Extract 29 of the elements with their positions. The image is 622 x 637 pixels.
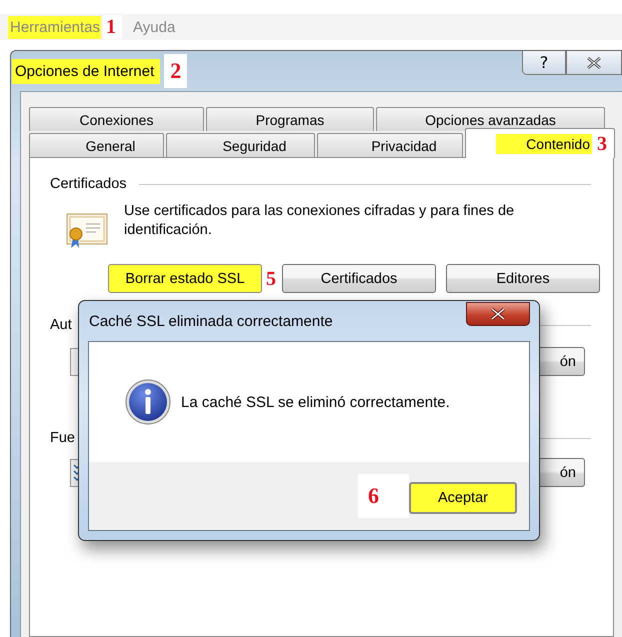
tab[interactable]: Contenido 3 xyxy=(465,128,615,158)
info-icon xyxy=(125,379,171,425)
group-heading: Aut xyxy=(50,317,72,333)
certificate-icon xyxy=(66,212,108,250)
close-button[interactable] xyxy=(566,51,622,75)
step-number: 2 xyxy=(164,54,188,88)
feed-icon xyxy=(70,458,78,486)
description-text: Use certificados para las conexiones cifradas y para fines de identificación. xyxy=(124,202,516,240)
tab[interactable]: Seguridad xyxy=(166,133,315,157)
group-heading: Fue xyxy=(50,430,75,446)
ok-button[interactable]: Aceptar xyxy=(409,482,517,514)
close-button[interactable] xyxy=(466,302,530,326)
step-number: 6 xyxy=(358,474,409,518)
dialog-button[interactable]: Certificados xyxy=(282,264,436,293)
tab[interactable]: Opciones avanzadas xyxy=(376,107,605,131)
close-icon xyxy=(586,56,602,68)
tab[interactable]: Privacidad xyxy=(317,133,463,157)
dialog-title: Caché SSL eliminada correctamente xyxy=(89,312,333,330)
dialog-button[interactable]: Editores xyxy=(446,264,600,293)
tab[interactable]: Conexiones xyxy=(29,107,204,131)
tab[interactable]: General xyxy=(29,133,164,157)
group-heading: Certificados xyxy=(50,176,127,192)
help-button[interactable]: ? xyxy=(522,51,566,75)
window-title: Opciones de Internet xyxy=(12,58,160,84)
tab[interactable]: Programas xyxy=(206,107,374,131)
message-text: La caché SSL se eliminó correctamente. xyxy=(181,394,450,410)
close-icon xyxy=(490,308,506,320)
dialog-button[interactable]: Borrar estado SSL xyxy=(108,264,262,293)
step-number: 1 xyxy=(103,15,122,39)
